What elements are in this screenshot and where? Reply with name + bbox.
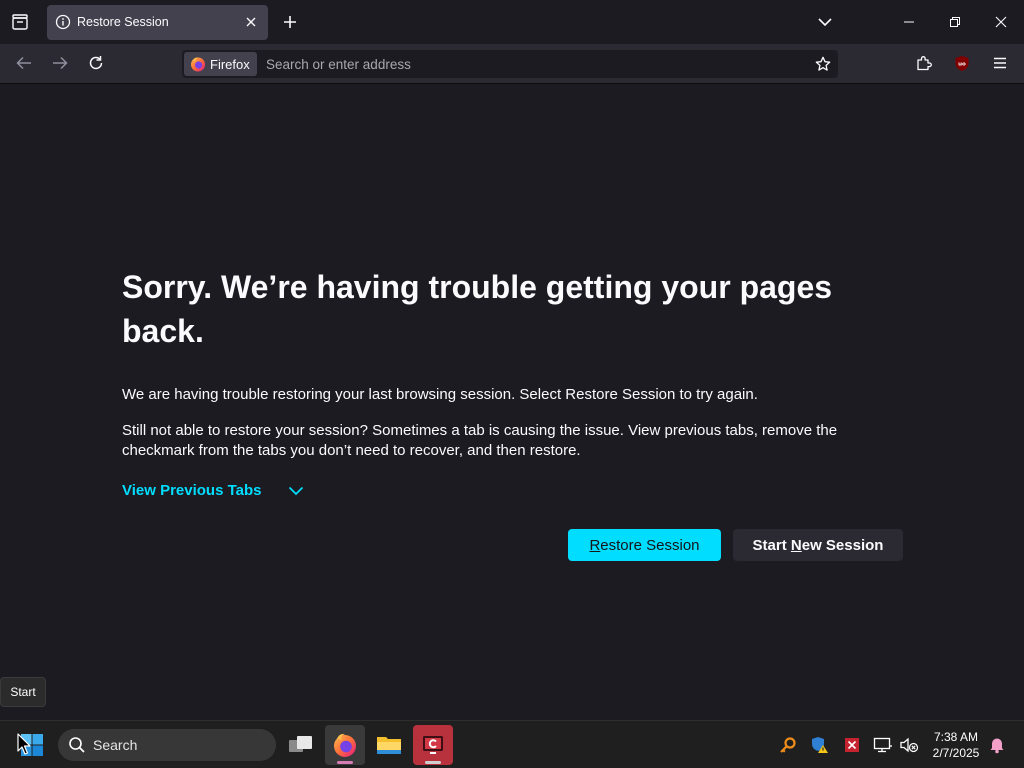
- close-icon: [246, 17, 256, 27]
- reload-button[interactable]: [81, 48, 111, 78]
- svg-text:uo: uo: [958, 61, 966, 67]
- info-icon: [55, 14, 71, 30]
- description-text: We are having trouble restoring your las…: [122, 386, 758, 403]
- taskbar-red-app[interactable]: [413, 725, 453, 765]
- tray-network[interactable]: [871, 731, 895, 759]
- url-bar[interactable]: Firefox: [182, 50, 838, 78]
- red-x-icon: [845, 738, 859, 752]
- taskbar-file-explorer[interactable]: [369, 725, 409, 765]
- identity-box[interactable]: Firefox: [184, 52, 257, 76]
- back-arrow-icon: [16, 56, 31, 70]
- clock-time: 7:38 AM: [933, 730, 979, 744]
- help-text: Still not able to restore your session? …: [122, 422, 838, 459]
- taskbar-firefox[interactable]: [325, 725, 365, 765]
- close-window-icon: [995, 16, 1007, 28]
- extensions-button[interactable]: [909, 48, 939, 78]
- star-icon: [815, 56, 831, 71]
- tray-volume[interactable]: [897, 731, 921, 759]
- firefox-app-icon: [334, 733, 356, 757]
- tab-restore-session[interactable]: Restore Session: [47, 5, 268, 40]
- app-menu-button[interactable]: [985, 48, 1015, 78]
- network-icon: [873, 737, 892, 753]
- mouse-cursor-icon: [17, 733, 31, 755]
- list-tabs-dropdown[interactable]: [812, 9, 838, 35]
- restore-session-button[interactable]: Restore Session: [568, 529, 721, 561]
- task-view-button[interactable]: [281, 725, 321, 765]
- plus-icon: [284, 16, 296, 28]
- bookmark-star-button[interactable]: [812, 53, 834, 75]
- tab-title: Restore Session: [77, 15, 169, 29]
- start-new-session-button[interactable]: Start New Session: [733, 529, 903, 561]
- chevron-down-icon: [288, 486, 303, 495]
- shield-warning-icon: [812, 737, 828, 753]
- taskbar: Search 7:38 AM 2/7/2025: [0, 720, 1024, 768]
- new-session-accesskey: N: [790, 536, 802, 554]
- hamburger-menu-icon: [994, 57, 1006, 69]
- start-tooltip: Start: [0, 677, 46, 707]
- identity-label: Firefox: [210, 56, 250, 72]
- active-app-indicator: [337, 761, 353, 764]
- red-app-icon: [423, 736, 443, 754]
- address-input[interactable]: [266, 54, 786, 74]
- new-tab-button[interactable]: [277, 9, 303, 35]
- bell-icon: [990, 738, 1004, 754]
- tray-key-app[interactable]: [776, 731, 800, 759]
- restore-window-button[interactable]: [932, 0, 978, 44]
- view-previous-tabs-label: View Previous Tabs: [122, 482, 262, 499]
- tray-red-x-app[interactable]: [840, 731, 864, 759]
- view-previous-tabs-toggle[interactable]: View Previous Tabs: [122, 482, 304, 499]
- file-explorer-icon: [377, 737, 401, 754]
- taskbar-clock[interactable]: 7:38 AM 2/7/2025: [928, 729, 984, 761]
- search-icon: [69, 737, 85, 753]
- forward-arrow-icon: [53, 56, 68, 70]
- ublock-origin-button[interactable]: uo: [947, 48, 977, 78]
- page-content: Sorry. We’re having trouble getting your…: [0, 85, 1024, 719]
- tab-strip: Restore Session: [0, 0, 1024, 44]
- list-all-tabs-icon: [12, 14, 28, 30]
- chevron-down-icon: [818, 18, 832, 27]
- reload-icon: [89, 56, 103, 70]
- minimize-icon: [904, 21, 914, 23]
- restore-accesskey: R: [589, 536, 601, 554]
- back-button[interactable]: [9, 48, 39, 78]
- forward-button[interactable]: [45, 48, 75, 78]
- navigation-toolbar: Firefox uo: [0, 44, 1024, 84]
- taskbar-search-label: Search: [93, 737, 138, 753]
- list-all-tabs-button[interactable]: [4, 6, 36, 38]
- extensions-icon: [917, 56, 932, 71]
- taskbar-search-box[interactable]: Search: [58, 729, 276, 761]
- restore-icon: [950, 17, 960, 27]
- tray-security[interactable]: [808, 731, 832, 759]
- restore-label: estore Session: [600, 536, 700, 554]
- new-session-label-end: ew Session: [801, 536, 884, 554]
- new-session-label-start: Start: [752, 536, 791, 554]
- task-view-icon: [289, 736, 312, 752]
- notifications-button[interactable]: [985, 731, 1009, 759]
- muted-volume-icon: [900, 737, 919, 753]
- page-title: Sorry. We’re having trouble getting your…: [122, 269, 833, 349]
- minimize-button[interactable]: [886, 0, 932, 44]
- clock-date: 2/7/2025: [932, 746, 980, 760]
- close-window-button[interactable]: [978, 0, 1024, 44]
- firefox-logo-icon: [191, 57, 205, 72]
- close-tab-button[interactable]: [240, 11, 262, 33]
- key-icon: [780, 737, 796, 753]
- ublock-origin-icon: uo: [955, 55, 969, 71]
- running-app-indicator: [425, 761, 441, 764]
